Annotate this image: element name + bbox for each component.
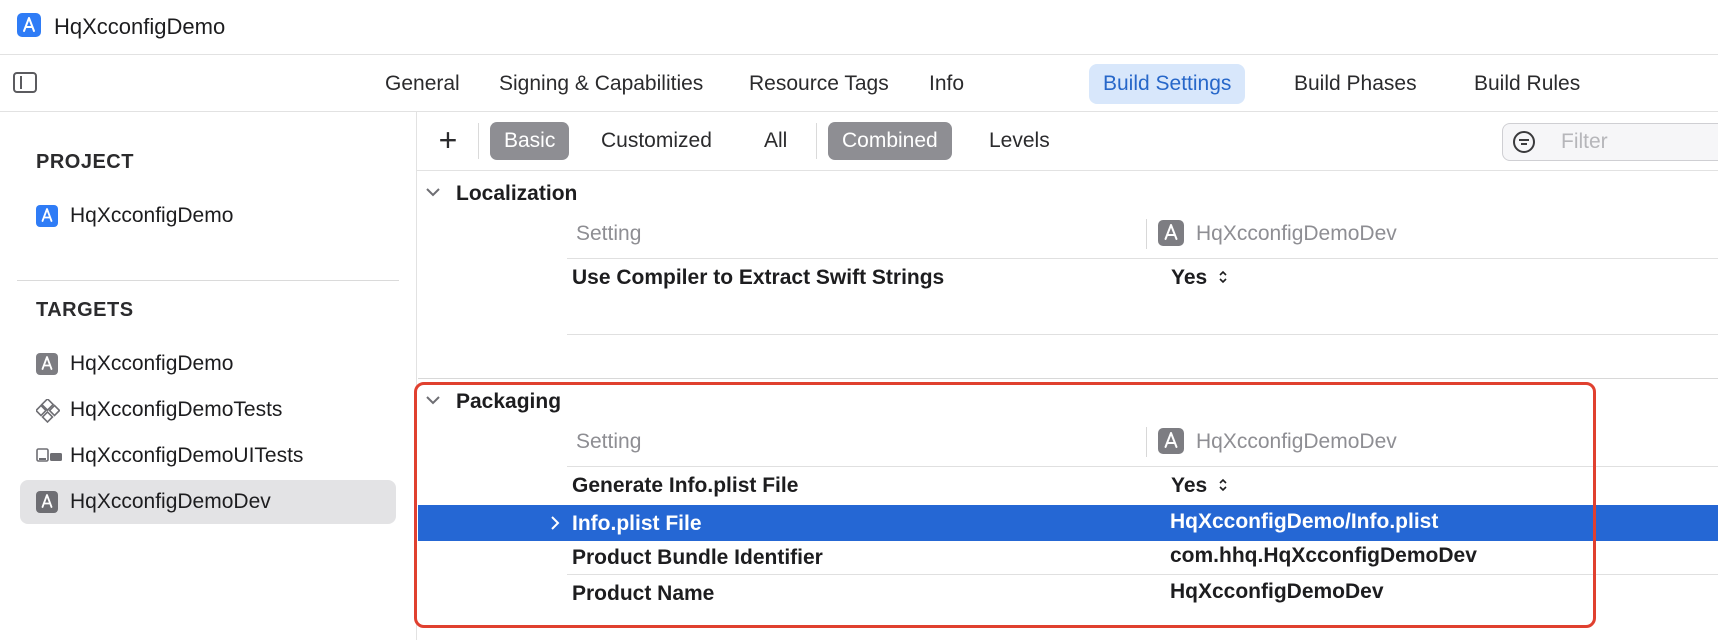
tab-info[interactable]: Info (915, 64, 978, 104)
filter-placeholder: Filter (1561, 130, 1608, 153)
sidebar-item-label: HqXcconfigDemoTests (70, 398, 283, 421)
setting-value[interactable]: Yes (1171, 266, 1207, 290)
row-divider (567, 258, 1718, 259)
app-target-icon (36, 353, 58, 375)
test-bundle-icon (34, 397, 61, 424)
xcode-app-icon (17, 13, 41, 37)
sidebar-item-target-dev[interactable]: HqXcconfigDemoDev (20, 480, 396, 524)
sidebar-item-project[interactable]: HqXcconfigDemo (20, 194, 396, 238)
filter-search-field[interactable]: Filter (1502, 123, 1718, 161)
tab-general[interactable]: General (371, 64, 474, 104)
tab-resource-tags[interactable]: Resource Tags (735, 64, 903, 104)
project-section-header: PROJECT (36, 151, 134, 173)
column-divider (1146, 219, 1147, 249)
sidebar-item-label: HqXcconfigDemo (70, 352, 234, 375)
toolbar-divider (478, 123, 479, 159)
tab-build-phases[interactable]: Build Phases (1280, 64, 1431, 104)
sidebar-item-target-tests[interactable]: HqXcconfigDemoTests (20, 388, 396, 432)
updown-chevron-icon[interactable] (1218, 268, 1228, 289)
chevron-down-icon[interactable] (424, 182, 442, 203)
sidebar-toggle-icon[interactable] (13, 72, 37, 93)
filter-customized-button[interactable]: Customized (587, 122, 726, 160)
window-titlebar (0, 0, 1718, 55)
sidebar-item-label: HqXcconfigDemo (70, 204, 234, 227)
plus-icon[interactable]: + (433, 124, 463, 158)
ui-test-bundle-icon (36, 445, 62, 467)
column-header-target: HqXcconfigDemoDev (1196, 222, 1397, 245)
setting-name[interactable]: Use Compiler to Extract Swift Strings (572, 266, 944, 290)
filter-icon (1513, 131, 1535, 153)
filter-all-button[interactable]: All (750, 122, 801, 160)
project-icon (36, 205, 58, 227)
view-levels-button[interactable]: Levels (975, 122, 1064, 160)
window-title: HqXcconfigDemo (54, 14, 226, 39)
targets-section-header: TARGETS (36, 299, 134, 321)
app-target-icon (1158, 220, 1184, 246)
highlight-annotation-box (414, 382, 1596, 628)
sidebar-divider (17, 280, 399, 281)
sidebar-item-label: HqXcconfigDemoDev (70, 490, 271, 513)
row-divider (567, 334, 1718, 335)
app-target-icon (36, 491, 58, 513)
tab-signing-capabilities[interactable]: Signing & Capabilities (485, 64, 717, 104)
sidebar-item-target-uitests[interactable]: HqXcconfigDemoUITests (20, 434, 396, 478)
column-header-setting: Setting (576, 222, 642, 245)
view-combined-button[interactable]: Combined (828, 122, 952, 160)
filter-basic-button[interactable]: Basic (490, 122, 570, 160)
group-divider (418, 378, 1718, 379)
sidebar-item-label: HqXcconfigDemoUITests (70, 444, 304, 467)
tab-build-settings[interactable]: Build Settings (1089, 64, 1246, 104)
group-title-localization[interactable]: Localization (456, 182, 577, 206)
tab-build-rules[interactable]: Build Rules (1460, 64, 1594, 104)
toolbar-divider (816, 123, 817, 159)
sidebar-item-target-app[interactable]: HqXcconfigDemo (20, 342, 396, 386)
